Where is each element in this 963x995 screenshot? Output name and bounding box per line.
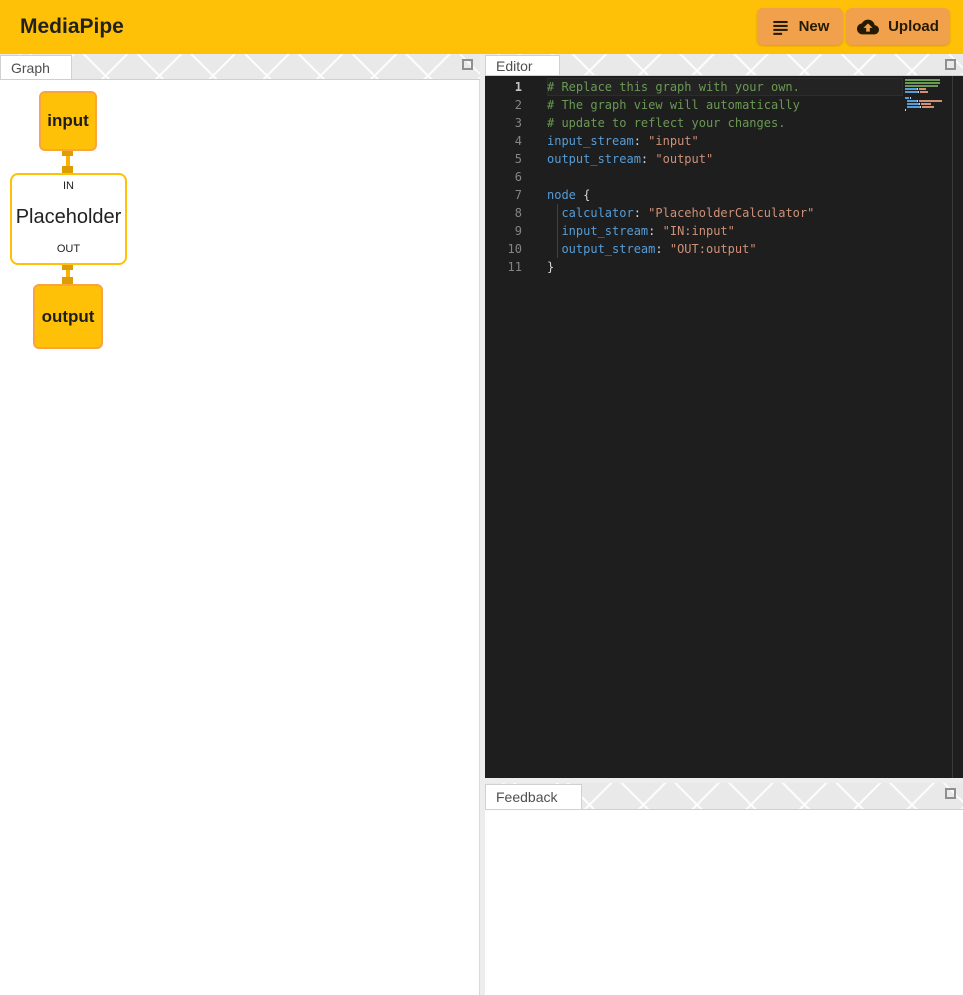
maximize-icon[interactable] [462, 59, 473, 70]
placeholder-out-port: OUT [57, 243, 80, 255]
graph-node-placeholder[interactable]: IN Placeholder OUT [10, 173, 127, 265]
editor-panel: Editor 1234567891011 # Replace this grap… [485, 54, 963, 778]
app-title: MediaPipe [20, 0, 124, 54]
code-editor[interactable]: 1234567891011 # Replace this graph with … [485, 76, 963, 778]
app-header: MediaPipe New Upload [0, 0, 963, 54]
editor-minimap[interactable] [905, 79, 947, 112]
editor-tabbar: Editor [485, 54, 963, 76]
cloud-upload-icon [857, 16, 879, 38]
feedback-panel: Feedback [485, 783, 963, 995]
graph-canvas[interactable]: input IN Placeholder OUT output [0, 80, 480, 995]
tab-graph[interactable]: Graph [0, 55, 72, 79]
graph-panel: Graph input IN Placeholder OUT output [0, 54, 480, 995]
tab-feedback-label: Feedback [496, 789, 557, 805]
upload-button-label: Upload [888, 18, 939, 35]
graph-node-output[interactable]: output [33, 284, 103, 349]
node-input-label: input [47, 111, 89, 131]
tab-feedback[interactable]: Feedback [485, 784, 582, 809]
placeholder-in-port: IN [63, 180, 74, 192]
new-button-label: New [799, 18, 830, 35]
feedback-content [485, 810, 963, 995]
tab-editor-label: Editor [496, 58, 533, 74]
maximize-icon[interactable] [945, 788, 956, 799]
tab-editor[interactable]: Editor [485, 55, 560, 75]
upload-button[interactable]: Upload [846, 8, 950, 45]
code-area[interactable]: # Replace this graph with your own.# The… [547, 78, 963, 276]
graph-node-input[interactable]: input [39, 91, 97, 151]
node-placeholder-label: Placeholder [16, 206, 122, 229]
new-graph-icon [771, 17, 790, 36]
feedback-tabbar: Feedback [485, 783, 963, 810]
tab-graph-label: Graph [11, 60, 50, 76]
node-output-label: output [42, 307, 95, 327]
maximize-icon[interactable] [945, 59, 956, 70]
overview-ruler [952, 76, 953, 778]
graph-tabbar: Graph [0, 54, 480, 80]
new-button[interactable]: New [757, 8, 843, 45]
line-number-gutter: 1234567891011 [485, 78, 522, 276]
